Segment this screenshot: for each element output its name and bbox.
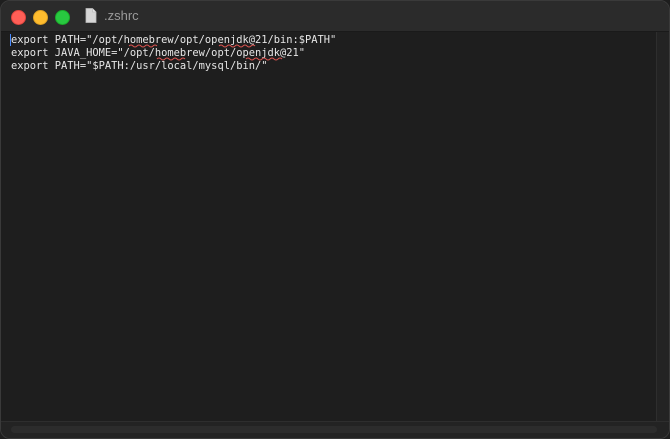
title-bar[interactable]: .zshrc	[1, 1, 669, 32]
document-icon	[85, 8, 97, 23]
horizontal-scroll-track[interactable]	[11, 426, 657, 433]
zoom-button[interactable]	[55, 10, 70, 25]
text-caret	[10, 34, 11, 46]
close-button[interactable]	[11, 10, 26, 25]
window-title: .zshrc	[104, 8, 139, 23]
spellcheck-underlines	[128, 44, 283, 61]
text-editor[interactable]: export PATH="/opt/homebrew/opt/openjdk@2…	[1, 32, 659, 424]
horizontal-scrollbar[interactable]	[1, 421, 669, 438]
minimize-button[interactable]	[33, 10, 48, 25]
editor-window: .zshrc export PATH="/opt/homebrew/opt/op…	[0, 0, 670, 439]
vertical-scrollbar[interactable]	[656, 32, 669, 424]
